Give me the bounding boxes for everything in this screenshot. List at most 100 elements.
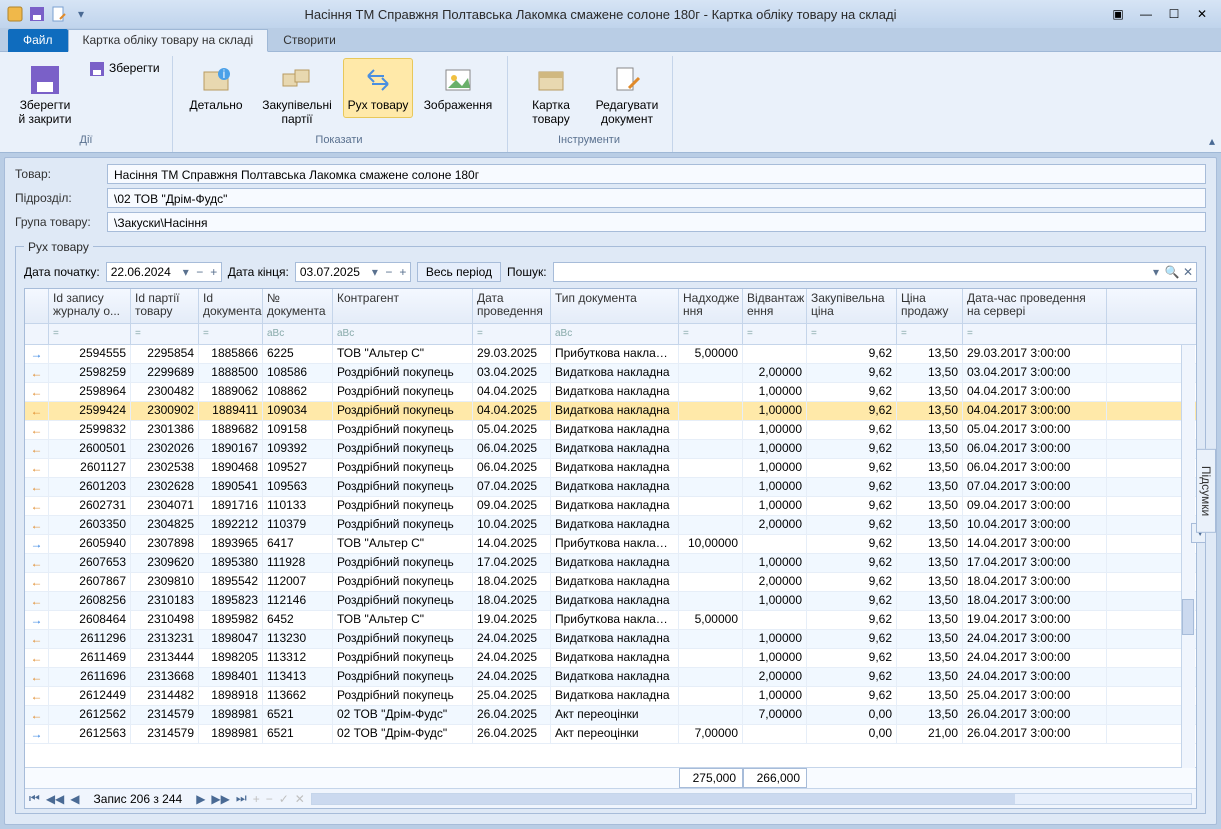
- table-row[interactable]: ←259825922996891888500108586Роздрібний п…: [25, 364, 1196, 383]
- qat-doc-icon[interactable]: [50, 5, 68, 23]
- table-row[interactable]: ←260825623101831895823112146Роздрібний п…: [25, 592, 1196, 611]
- tab-file[interactable]: Файл: [8, 29, 68, 52]
- search-dropdown-icon[interactable]: ▾: [1148, 265, 1164, 279]
- arrow-out-icon: ←: [25, 402, 49, 420]
- table-row[interactable]: ←260765323096201895380111928Роздрібний п…: [25, 554, 1196, 573]
- table-row[interactable]: ←261146923134441898205113312Роздрібний п…: [25, 649, 1196, 668]
- table-row[interactable]: ←259942423009021889411109034Роздрібний п…: [25, 402, 1196, 421]
- table-row[interactable]: ←259896423004821889062108862Роздрібний п…: [25, 383, 1196, 402]
- plus-icon[interactable]: +: [207, 265, 221, 279]
- column-header[interactable]: Відвантаж ення: [743, 289, 807, 323]
- minus-icon[interactable]: −: [193, 265, 207, 279]
- search-input[interactable]: ▾🔍✕: [553, 262, 1197, 282]
- column-filter[interactable]: =: [897, 324, 963, 344]
- minus-icon[interactable]: −: [382, 265, 396, 279]
- qat-save-icon[interactable]: [28, 5, 46, 23]
- column-header[interactable]: [25, 289, 49, 323]
- nav-next-icon[interactable]: ▶: [196, 792, 205, 806]
- table-row[interactable]: ←261244923144821898918113662Роздрібний п…: [25, 687, 1196, 706]
- search-icon[interactable]: 🔍: [1164, 265, 1180, 279]
- column-filter[interactable]: =: [679, 324, 743, 344]
- column-filter[interactable]: aBc: [263, 324, 333, 344]
- table-row[interactable]: →261256323145791898981652102 ТОВ "Дрім-Ф…: [25, 725, 1196, 744]
- arrow-in-icon: →: [25, 535, 49, 553]
- save-button[interactable]: Зберегти: [86, 58, 162, 80]
- qat-dropdown-icon[interactable]: ▾: [72, 5, 90, 23]
- column-header[interactable]: Тип документа: [551, 289, 679, 323]
- arrow-out-icon: ←: [25, 516, 49, 534]
- box-icon: [534, 63, 568, 97]
- column-header[interactable]: № документа: [263, 289, 333, 323]
- save-close-button[interactable]: Зберегти й закрити: [10, 58, 80, 132]
- full-period-button[interactable]: Весь період: [417, 262, 501, 282]
- table-row[interactable]: ←260112723025381890468109527Роздрібний п…: [25, 459, 1196, 478]
- vertical-scrollbar[interactable]: [1181, 345, 1195, 768]
- group-label: Група товару:: [15, 215, 107, 229]
- table-row[interactable]: ←259983223013861889682109158Роздрібний п…: [25, 421, 1196, 440]
- column-header[interactable]: Дата-час проведення на сервері: [963, 289, 1107, 323]
- nav-add-icon[interactable]: +: [253, 792, 260, 806]
- image-button[interactable]: Зображення: [419, 58, 497, 118]
- table-row[interactable]: ←260273123040711891716110133Роздрібний п…: [25, 497, 1196, 516]
- clear-icon[interactable]: ✕: [1180, 265, 1196, 279]
- summary-side-tab[interactable]: Підсумки: [1196, 449, 1216, 533]
- column-filter[interactable]: [25, 324, 49, 344]
- table-row[interactable]: ←260050123020261890167109392Роздрібний п…: [25, 440, 1196, 459]
- minimize-icon[interactable]: —: [1139, 7, 1153, 21]
- table-row[interactable]: →2594555229585418858666225ТОВ "Альтер С"…: [25, 345, 1196, 364]
- column-header[interactable]: Id документа: [199, 289, 263, 323]
- nav-cancel-icon[interactable]: ✕: [295, 792, 305, 806]
- column-header[interactable]: Id запису журналу о...: [49, 289, 131, 323]
- column-filter[interactable]: =: [131, 324, 199, 344]
- column-filter[interactable]: =: [49, 324, 131, 344]
- tab-create[interactable]: Створити: [268, 29, 351, 52]
- nav-prev-icon[interactable]: ◀: [70, 792, 79, 806]
- column-header[interactable]: Id партії товару: [131, 289, 199, 323]
- table-row[interactable]: →2608464231049818959826452ТОВ "Альтер С"…: [25, 611, 1196, 630]
- nav-nextpage-icon[interactable]: ▶▶: [211, 792, 229, 806]
- column-filter[interactable]: =: [807, 324, 897, 344]
- detail-button[interactable]: iДетально: [181, 58, 251, 118]
- edit-document-button[interactable]: Редагувати документ: [592, 58, 662, 132]
- horizontal-scrollbar[interactable]: [311, 793, 1192, 805]
- pin-icon[interactable]: ▣: [1111, 7, 1125, 21]
- nav-prevpage-icon[interactable]: ◀◀: [46, 792, 64, 806]
- column-filter[interactable]: =: [473, 324, 551, 344]
- arrow-out-icon: ←: [25, 459, 49, 477]
- column-filter[interactable]: =: [199, 324, 263, 344]
- nav-first-icon[interactable]: ⏮: [29, 791, 40, 806]
- column-header[interactable]: Контрагент: [333, 289, 473, 323]
- column-filter[interactable]: aBc: [333, 324, 473, 344]
- date-start-input[interactable]: ▾−+: [106, 262, 222, 282]
- column-header[interactable]: Дата проведення: [473, 289, 551, 323]
- table-row[interactable]: ←261256223145791898981652102 ТОВ "Дрім-Ф…: [25, 706, 1196, 725]
- ribbon-collapse-icon[interactable]: ▴: [1209, 134, 1215, 148]
- column-filter[interactable]: =: [743, 324, 807, 344]
- table-row[interactable]: →2605940230789818939656417ТОВ "Альтер С"…: [25, 535, 1196, 554]
- tab-card[interactable]: Картка обліку товару на складі: [68, 29, 269, 52]
- maximize-icon[interactable]: ☐: [1167, 7, 1181, 21]
- table-row[interactable]: ←261169623136681898401113413Роздрібний п…: [25, 668, 1196, 687]
- table-row[interactable]: ←260335023048251892212110379Роздрібний п…: [25, 516, 1196, 535]
- movement-button[interactable]: Рух товару: [343, 58, 413, 118]
- column-filter[interactable]: aBc: [551, 324, 679, 344]
- column-header[interactable]: Ціна продажу: [897, 289, 963, 323]
- date-end-input[interactable]: ▾−+: [295, 262, 411, 282]
- arrow-out-icon: ←: [25, 592, 49, 610]
- ribbon-tabs: Файл Картка обліку товару на складі Ство…: [0, 28, 1221, 52]
- nav-delete-icon[interactable]: −: [266, 792, 273, 806]
- purchase-batches-button[interactable]: Закупівельні партії: [257, 58, 337, 132]
- plus-icon[interactable]: +: [396, 265, 410, 279]
- table-row[interactable]: ←261129623132311898047113230Роздрібний п…: [25, 630, 1196, 649]
- column-filter[interactable]: =: [963, 324, 1107, 344]
- date-dropdown-icon[interactable]: ▾: [179, 265, 193, 279]
- date-dropdown-icon[interactable]: ▾: [368, 265, 382, 279]
- column-header[interactable]: Надходже ння: [679, 289, 743, 323]
- nav-last-icon[interactable]: ⏭: [236, 791, 247, 806]
- table-row[interactable]: ←260120323026281890541109563Роздрібний п…: [25, 478, 1196, 497]
- product-card-button[interactable]: Картка товару: [516, 58, 586, 132]
- column-header[interactable]: Закупівельна ціна: [807, 289, 897, 323]
- close-icon[interactable]: ✕: [1195, 7, 1209, 21]
- nav-check-icon[interactable]: ✓: [279, 792, 289, 806]
- table-row[interactable]: ←260786723098101895542112007Роздрібний п…: [25, 573, 1196, 592]
